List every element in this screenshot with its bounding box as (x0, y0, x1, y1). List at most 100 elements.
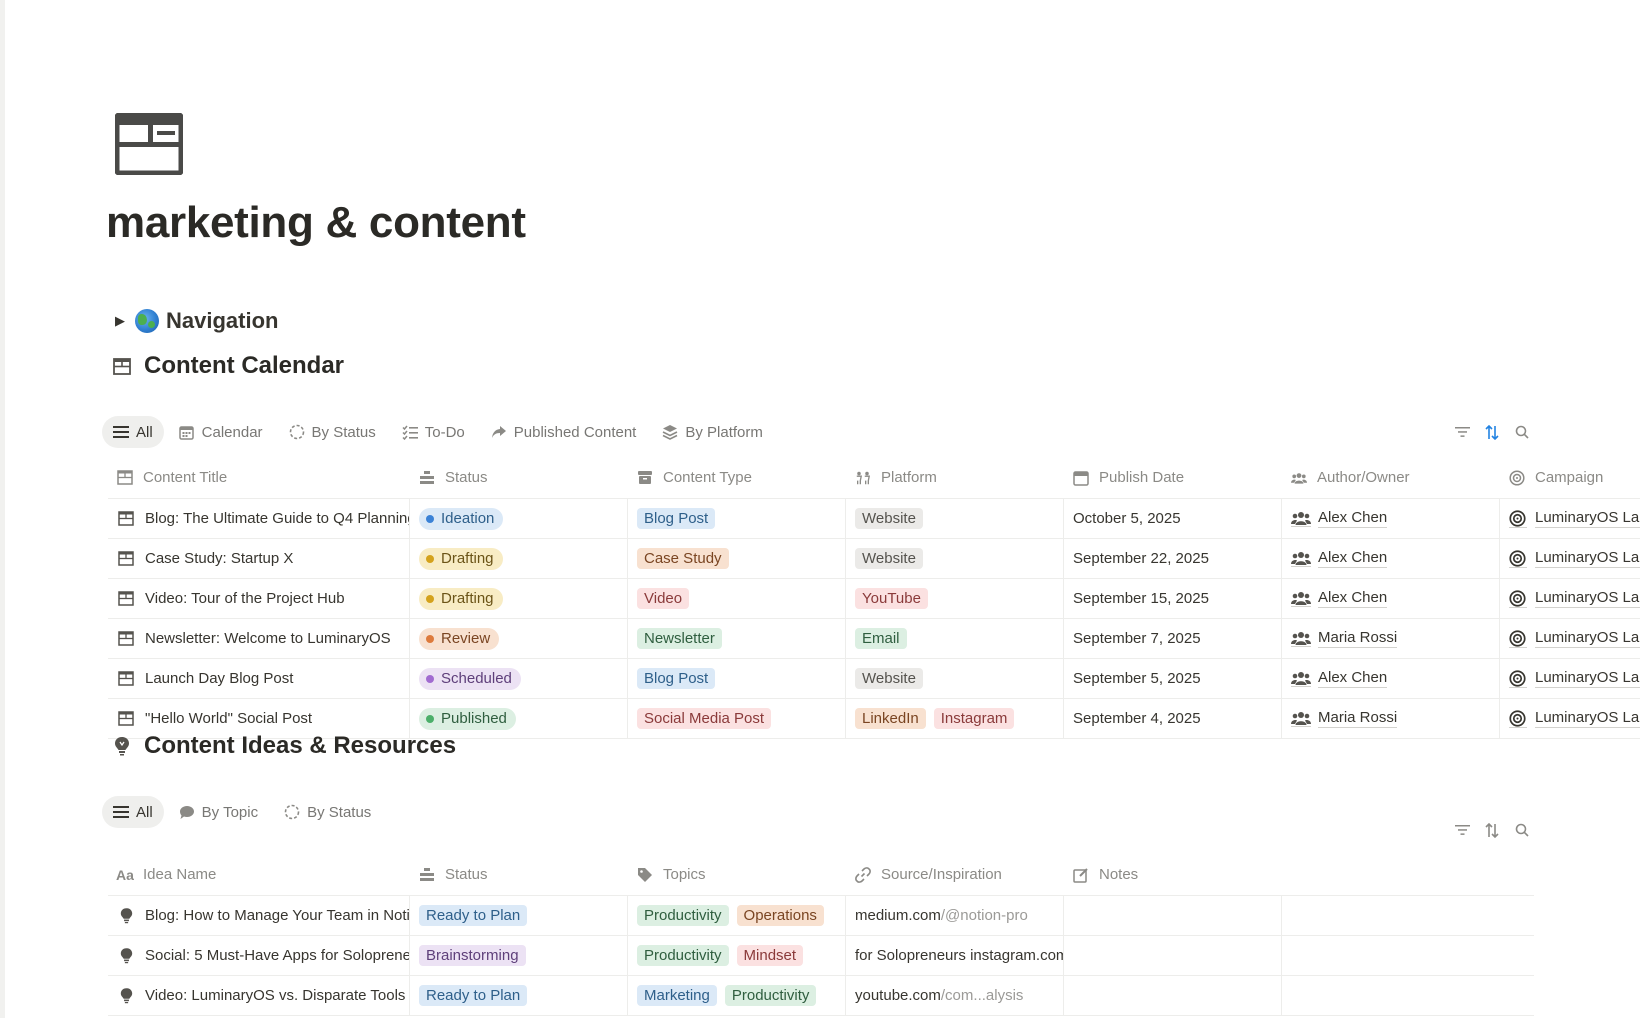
cell-publish-date[interactable]: September 5, 2025 (1064, 659, 1282, 698)
author-link[interactable]: Alex Chen (1291, 509, 1388, 528)
cell-platform[interactable]: Email (846, 619, 1064, 658)
source-url[interactable]: youtube.com (855, 987, 941, 1004)
cell-content-title[interactable]: Newsletter: Welcome to LuminaryOS (108, 619, 410, 658)
cell-notes[interactable] (1064, 896, 1282, 935)
column-header-author-owner[interactable]: Author/Owner (1282, 457, 1500, 498)
campaign-link[interactable]: LuminaryOS Launch (1509, 669, 1640, 688)
source-url[interactable]: for Solopreneurs instagram.com (855, 947, 1063, 964)
campaign-link[interactable]: LuminaryOS Launch (1509, 549, 1640, 568)
cell-topics[interactable]: Productivity Operations (628, 896, 846, 935)
cell-content-title[interactable]: Launch Day Blog Post (108, 659, 410, 698)
cell-content-type[interactable]: Blog Post (628, 499, 846, 538)
cell-platform[interactable]: Website (846, 659, 1064, 698)
cell-status[interactable]: Drafting (410, 539, 628, 578)
cell-content-type[interactable]: Newsletter (628, 619, 846, 658)
sort-icon[interactable] (1484, 822, 1500, 838)
cell-notes[interactable] (1064, 936, 1282, 975)
cell-status[interactable]: Scheduled (410, 659, 628, 698)
cell-content-type[interactable]: Case Study (628, 539, 846, 578)
column-header-source-inspiration[interactable]: Source/Inspiration (846, 854, 1064, 895)
table-row[interactable]: Video: LuminaryOS vs. Disparate Tools Rea… (108, 976, 1534, 1016)
tab-calendar[interactable]: Calendar (168, 416, 274, 448)
column-header-content-title[interactable]: Content Title (108, 457, 410, 498)
source-url-path[interactable]: /@notion-pro (941, 907, 1028, 924)
cell-topics[interactable]: Marketing Productivity (628, 976, 846, 1015)
cell-publish-date[interactable]: September 4, 2025 (1064, 699, 1282, 738)
cell-status[interactable]: Drafting (410, 579, 628, 618)
column-header-campaign[interactable]: Campaign (1500, 457, 1640, 498)
cell-publish-date[interactable]: September 22, 2025 (1064, 539, 1282, 578)
cell-campaign[interactable]: LuminaryOS Launch (1500, 499, 1640, 538)
column-header-content-type[interactable]: Content Type (628, 457, 846, 498)
tab-by-status[interactable]: By Status (273, 796, 382, 828)
author-link[interactable]: Alex Chen (1291, 589, 1388, 608)
table-row[interactable]: Video: Tour of the Project Hub Drafting Vi… (108, 579, 1640, 619)
filter-icon[interactable] (1454, 822, 1470, 838)
table-row[interactable]: Launch Day Blog Post Scheduled Blog Post We… (108, 659, 1640, 699)
cell-author-owner[interactable]: Alex Chen (1282, 579, 1500, 618)
campaign-link[interactable]: LuminaryOS Launch (1509, 709, 1640, 728)
cell-idea-name[interactable]: Social: 5 Must-Have Apps for Solopreneur… (108, 936, 410, 975)
content-ideas-title[interactable]: Content Ideas & Resources (112, 732, 456, 760)
campaign-link[interactable]: LuminaryOS Launch (1509, 589, 1640, 608)
tab-all[interactable]: All (102, 796, 164, 828)
cell-author-owner[interactable]: Maria Rossi (1282, 619, 1500, 658)
filter-icon[interactable] (1454, 424, 1470, 440)
triangle-right-icon[interactable]: ▶ (115, 313, 125, 329)
cell-platform[interactable]: Website (846, 539, 1064, 578)
cell-status[interactable]: Ideation (410, 499, 628, 538)
cell-content-type[interactable]: Social Media Post (628, 699, 846, 738)
campaign-link[interactable]: LuminaryOS Launch (1509, 629, 1640, 648)
sort-icon[interactable] (1484, 424, 1500, 440)
cell-content-title[interactable]: Blog: The Ultimate Guide to Q4 Planning (108, 499, 410, 538)
cell-author-owner[interactable]: Alex Chen (1282, 539, 1500, 578)
table-row[interactable]: Blog: How to Manage Your Team in Notion R… (108, 896, 1534, 936)
cell-content-title[interactable]: Case Study: Startup X (108, 539, 410, 578)
tab-to-do[interactable]: To-Do (391, 416, 476, 448)
cell-status[interactable]: Ready to Plan (410, 976, 628, 1015)
cell-author-owner[interactable]: Alex Chen (1282, 499, 1500, 538)
author-link[interactable]: Maria Rossi (1291, 629, 1398, 648)
cell-idea-name[interactable]: Blog: How to Manage Your Team in Notion (108, 896, 410, 935)
layout-icon[interactable] (114, 112, 184, 176)
column-header-status[interactable]: Status (410, 457, 628, 498)
cell-source-inspiration[interactable]: youtube.com/com...alysis (846, 976, 1064, 1015)
cell-publish-date[interactable]: October 5, 2025 (1064, 499, 1282, 538)
column-header-topics[interactable]: Topics (628, 854, 846, 895)
search-icon[interactable] (1514, 822, 1530, 838)
column-header-publish-date[interactable]: Publish Date (1064, 457, 1282, 498)
tab-by-status[interactable]: By Status (278, 416, 387, 448)
table-row[interactable]: Case Study: Startup X Drafting Case Study W… (108, 539, 1640, 579)
cell-platform[interactable]: YouTube (846, 579, 1064, 618)
column-header-idea-name[interactable]: Aa Idea Name (108, 854, 410, 895)
tab-by-topic[interactable]: By Topic (168, 796, 269, 828)
cell-source-inspiration[interactable]: for Solopreneurs instagram.com (846, 936, 1064, 975)
navigation-toggle[interactable]: ▶ Navigation (115, 308, 278, 334)
cell-notes[interactable] (1064, 976, 1282, 1015)
table-row[interactable]: Blog: The Ultimate Guide to Q4 Planning I… (108, 499, 1640, 539)
cell-platform[interactable]: LinkedIn Instagram (846, 699, 1064, 738)
cell-status[interactable]: Review (410, 619, 628, 658)
cell-campaign[interactable]: LuminaryOS Launch (1500, 579, 1640, 618)
cell-idea-name[interactable]: Video: LuminaryOS vs. Disparate Tools (108, 976, 410, 1015)
tab-by-platform[interactable]: By Platform (651, 416, 774, 448)
cell-topics[interactable]: Productivity Mindset (628, 936, 846, 975)
cell-publish-date[interactable]: September 15, 2025 (1064, 579, 1282, 618)
table-row[interactable]: Social: 5 Must-Have Apps for Solopreneur… (108, 936, 1534, 976)
campaign-link[interactable]: LuminaryOS Launch (1509, 509, 1640, 528)
source-url-path[interactable]: /com...alysis (941, 987, 1024, 1004)
cell-content-type[interactable]: Video (628, 579, 846, 618)
cell-author-owner[interactable]: Alex Chen (1282, 659, 1500, 698)
column-header-platform[interactable]: Platform (846, 457, 1064, 498)
table-row[interactable]: Newsletter: Welcome to LuminaryOS Review N… (108, 619, 1640, 659)
cell-author-owner[interactable]: Maria Rossi (1282, 699, 1500, 738)
tab-published-content[interactable]: Published Content (480, 416, 648, 448)
author-link[interactable]: Maria Rossi (1291, 709, 1398, 728)
source-url[interactable]: medium.com (855, 907, 941, 924)
column-header-status[interactable]: Status (410, 854, 628, 895)
cell-source-inspiration[interactable]: medium.com/@notion-pro (846, 896, 1064, 935)
cell-campaign[interactable]: LuminaryOS Launch (1500, 619, 1640, 658)
cell-campaign[interactable]: LuminaryOS Launch (1500, 699, 1640, 738)
cell-content-type[interactable]: Blog Post (628, 659, 846, 698)
cell-platform[interactable]: Website (846, 499, 1064, 538)
